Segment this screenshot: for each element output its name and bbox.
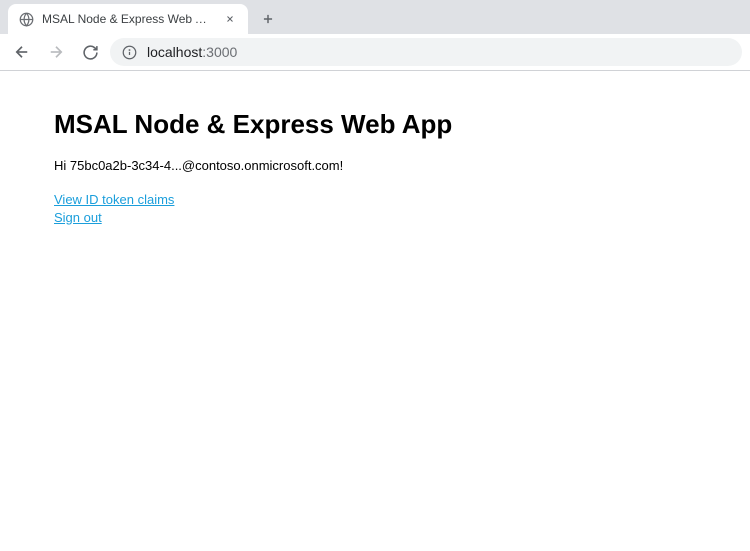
address-bar[interactable]: localhost:3000 bbox=[110, 38, 742, 66]
new-tab-button[interactable] bbox=[254, 5, 282, 33]
tab-strip: MSAL Node & Express Web App bbox=[0, 0, 750, 34]
links-section: View ID token claims Sign out bbox=[54, 191, 696, 226]
sign-out-link[interactable]: Sign out bbox=[54, 209, 102, 227]
greeting-text: Hi 75bc0a2b-3c34-4...@contoso.onmicrosof… bbox=[54, 158, 696, 173]
address-host: localhost bbox=[147, 44, 202, 60]
close-icon[interactable] bbox=[222, 11, 238, 27]
page-content: MSAL Node & Express Web App Hi 75bc0a2b-… bbox=[0, 71, 750, 264]
address-text: localhost:3000 bbox=[147, 44, 237, 60]
browser-tab[interactable]: MSAL Node & Express Web App bbox=[8, 4, 248, 34]
tab-title: MSAL Node & Express Web App bbox=[42, 12, 214, 26]
forward-button[interactable] bbox=[42, 38, 70, 66]
globe-icon bbox=[18, 11, 34, 27]
browser-chrome: MSAL Node & Express Web App bbox=[0, 0, 750, 71]
view-id-token-claims-link[interactable]: View ID token claims bbox=[54, 191, 174, 209]
browser-toolbar: localhost:3000 bbox=[0, 34, 750, 70]
reload-button[interactable] bbox=[76, 38, 104, 66]
address-port: :3000 bbox=[202, 44, 237, 60]
back-button[interactable] bbox=[8, 38, 36, 66]
page-title: MSAL Node & Express Web App bbox=[54, 109, 696, 140]
info-icon bbox=[122, 45, 137, 60]
